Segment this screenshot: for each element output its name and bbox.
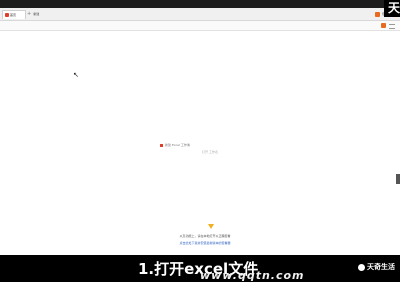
star-icon [208,224,214,229]
watermark-url: www.qqtn.com [200,269,305,282]
app-window: 首页 + 新建 登录 ↖ 新建 Excel 工作簿 打开 工作表 以及功能上，请… [0,0,400,255]
plus-icon: + [27,10,32,17]
side-tab[interactable] [396,174,400,184]
menu-icon[interactable] [389,24,395,29]
tab-home[interactable]: 首页 [2,10,26,19]
start-panel: 新建 Excel 工作簿 打开 工作表 [160,143,270,154]
notice: 以及功能上，请在本地打开以正确查看 点击此处下载并安装最新版本的查看器 [140,233,270,247]
tab-home-label: 首页 [10,13,17,17]
app-logo-icon [5,13,9,17]
brand-name: 天奇生活 [367,263,395,271]
toolbar [0,21,400,31]
tab-new-label: 新建 [33,12,40,16]
excel-icon [160,143,163,147]
new-workbook-label: 新建 Excel 工作簿 [165,143,190,147]
tab-new[interactable]: + 新建 [27,10,39,18]
notice-line1: 以及功能上，请在本地打开以正确查看 [179,234,231,238]
user-icon [374,11,380,17]
download-link[interactable]: 点击此处下载并安装最新版本的查看器 [140,240,270,247]
brand-icon[interactable] [381,23,386,28]
mouse-cursor-icon: ↖ [73,71,79,79]
title-bar [0,0,400,8]
watermark-top: 天 [384,0,400,17]
open-sheet-link[interactable]: 打开 工作表 [202,150,270,154]
new-workbook-link[interactable]: 新建 Excel 工作簿 [160,143,270,147]
watermark-brand: 天奇生活 [358,262,395,272]
tab-bar: 首页 + 新建 登录 [0,8,400,21]
brand-logo-icon [358,263,365,271]
